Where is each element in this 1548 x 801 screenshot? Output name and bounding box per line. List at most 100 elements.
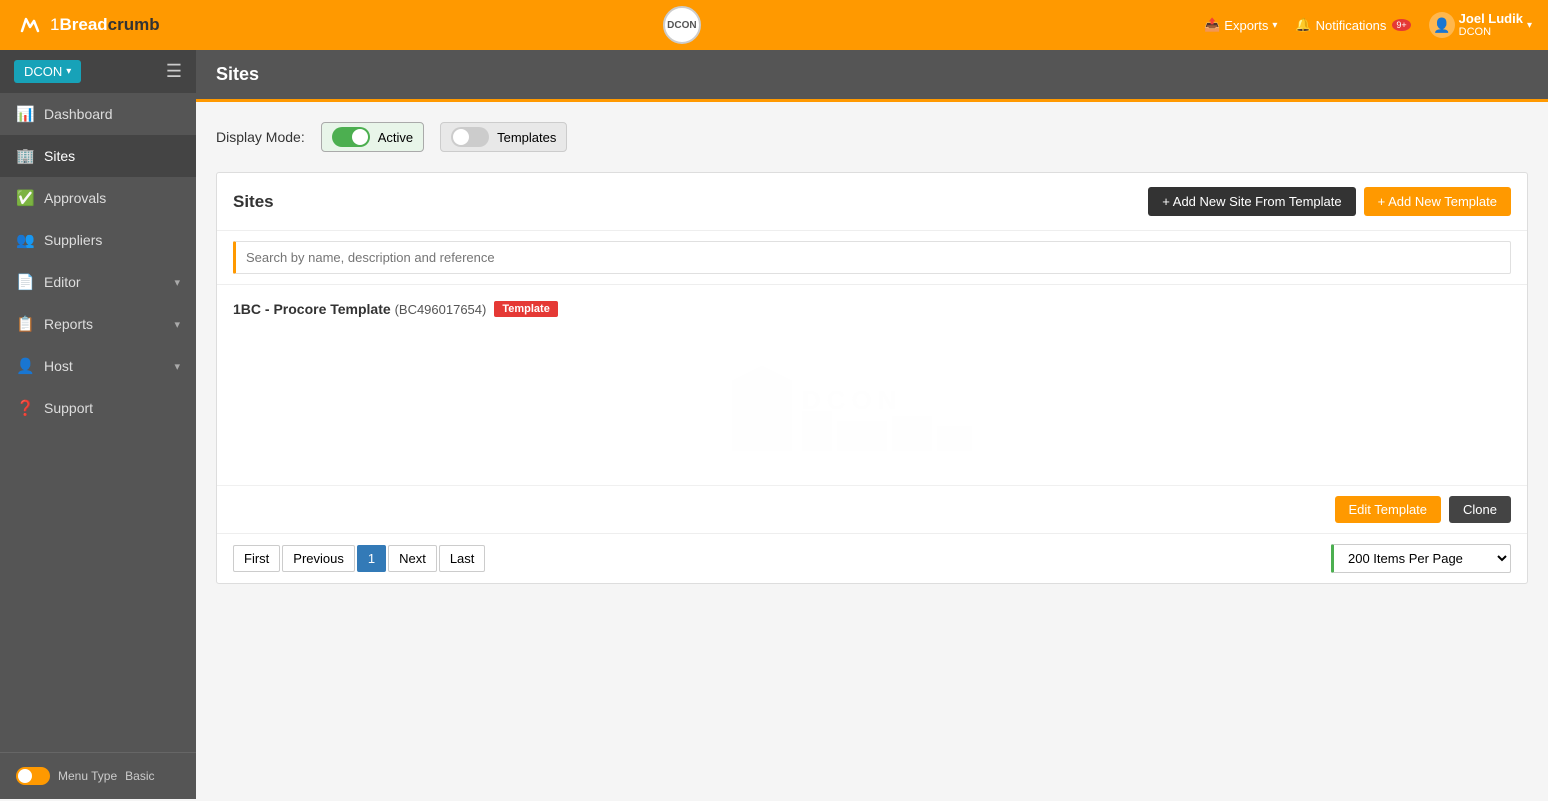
menu-type-toggle[interactable] [16, 767, 50, 785]
first-page-button[interactable]: First [233, 545, 280, 572]
item-actions: Edit Template Clone [217, 485, 1527, 533]
sidebar-item-editor-label: Editor [44, 274, 81, 290]
logo-icon [16, 11, 44, 39]
top-navbar: 1Breadcrumb DCON 📤 Exports ▾ 🔔 Notificat… [0, 0, 1548, 50]
org-chevron-icon: ▾ [66, 66, 71, 77]
current-page-button[interactable]: 1 [357, 545, 386, 572]
sites-panel-title: Sites [233, 192, 274, 212]
bell-icon: 🔔 [1295, 17, 1311, 33]
approvals-icon: ✅ [16, 189, 34, 207]
prev-page-button[interactable]: Previous [282, 545, 355, 572]
notifications-label: Notifications [1316, 18, 1387, 33]
exports-label: Exports [1224, 18, 1268, 33]
menu-type-row: Menu Type Basic [16, 767, 180, 785]
exports-chevron-icon: ▾ [1272, 20, 1277, 31]
dashboard-icon: 📊 [16, 105, 34, 123]
top-right-actions: 📤 Exports ▾ 🔔 Notifications 9+ 👤 Joel Lu… [1204, 11, 1532, 40]
editor-chevron-icon: ▾ [174, 276, 180, 289]
hamburger-icon[interactable]: ☰ [166, 61, 182, 82]
templates-mode-label: Templates [497, 130, 556, 145]
brand-text: 1Breadcrumb [50, 15, 160, 35]
search-input[interactable] [233, 241, 1511, 274]
sidebar-item-support[interactable]: ❓ Support [0, 387, 196, 429]
brand-logo[interactable]: 1Breadcrumb [16, 11, 160, 39]
org-selector-button[interactable]: DCON ▾ [14, 60, 81, 83]
suppliers-icon: 👥 [16, 231, 34, 249]
notifications-badge: 9+ [1392, 19, 1410, 31]
items-per-page-select[interactable]: 200 Items Per Page [1331, 544, 1511, 573]
active-mode-toggle[interactable]: Active [321, 122, 424, 152]
notifications-button[interactable]: 🔔 Notifications 9+ [1295, 17, 1410, 33]
pagination-row: First Previous 1 Next Last 200 Items Per… [217, 533, 1527, 583]
org-avatar: DCON [663, 6, 701, 44]
sidebar-item-dashboard[interactable]: 📊 Dashboard [0, 93, 196, 135]
search-bar [217, 231, 1527, 285]
sites-icon: 🏢 [16, 147, 34, 165]
sidebar-header: DCON ▾ ☰ [0, 50, 196, 93]
last-page-button[interactable]: Last [439, 545, 486, 572]
user-icon: 👤 [1433, 17, 1450, 34]
user-avatar: 👤 [1429, 12, 1455, 38]
main-content: Sites Display Mode: Active Templates [196, 50, 1548, 801]
sidebar-item-sites[interactable]: 🏢 Sites [0, 135, 196, 177]
edit-template-button[interactable]: Edit Template [1335, 496, 1442, 523]
page-header: Sites [196, 50, 1548, 102]
template-name: 1BC - Procore Template (BC496017654) [233, 301, 486, 317]
watermark: DCON [712, 361, 1032, 475]
active-mode-label: Active [378, 130, 413, 145]
display-mode-label: Display Mode: [216, 129, 305, 145]
host-icon: 👤 [16, 357, 34, 375]
next-page-button[interactable]: Next [388, 545, 437, 572]
user-menu[interactable]: 👤 Joel Ludik DCON ▾ [1429, 11, 1532, 40]
sidebar-item-dashboard-label: Dashboard [44, 106, 113, 122]
reports-chevron-icon: ▾ [174, 318, 180, 331]
sidebar: DCON ▾ ☰ 📊 Dashboard 🏢 Sites ✅ Approvals… [0, 50, 196, 799]
display-mode-row: Display Mode: Active Templates [216, 122, 1528, 152]
sidebar-item-support-label: Support [44, 400, 93, 416]
panel-actions: + Add New Site From Template + Add New T… [1148, 187, 1511, 216]
sidebar-item-host[interactable]: 👤 Host ▾ [0, 345, 196, 387]
host-chevron-icon: ▾ [174, 360, 180, 373]
sidebar-item-suppliers[interactable]: 👥 Suppliers [0, 219, 196, 261]
add-new-template-button[interactable]: + Add New Template [1364, 187, 1511, 216]
sidebar-item-reports-label: Reports [44, 316, 93, 332]
user-chevron-icon: ▾ [1527, 20, 1532, 31]
content-area: Display Mode: Active Templates Sites + A… [196, 102, 1548, 801]
svg-text:DCON: DCON [802, 385, 903, 415]
reports-icon: 📋 [16, 315, 34, 333]
sidebar-item-approvals[interactable]: ✅ Approvals [0, 177, 196, 219]
sidebar-item-approvals-label: Approvals [44, 190, 106, 206]
active-toggle-pill [332, 127, 370, 147]
editor-icon: 📄 [16, 273, 34, 291]
user-name: Joel Ludik [1459, 11, 1523, 27]
template-name-text: 1BC - Procore Template [233, 301, 391, 317]
user-org: DCON [1459, 26, 1523, 39]
template-id: (BC496017654) [395, 302, 487, 317]
sidebar-item-editor[interactable]: 📄 Editor ▾ [0, 261, 196, 303]
support-icon: ❓ [16, 399, 34, 417]
menu-type-label: Menu Type [58, 769, 117, 783]
center-logo: DCON [160, 6, 1204, 44]
org-avatar-text: DCON [667, 20, 696, 31]
pagination-buttons: First Previous 1 Next Last [233, 545, 485, 572]
exports-button[interactable]: 📤 Exports ▾ [1204, 17, 1277, 33]
clone-button[interactable]: Clone [1449, 496, 1511, 523]
menu-type-value: Basic [125, 769, 154, 783]
sidebar-item-suppliers-label: Suppliers [44, 232, 102, 248]
sidebar-item-reports[interactable]: 📋 Reports ▾ [0, 303, 196, 345]
sites-panel: Sites + Add New Site From Template + Add… [216, 172, 1528, 584]
templates-mode-toggle[interactable]: Templates [440, 122, 567, 152]
sites-panel-header: Sites + Add New Site From Template + Add… [217, 173, 1527, 231]
sidebar-item-host-label: Host [44, 358, 73, 374]
sidebar-footer: Menu Type Basic [0, 752, 196, 799]
template-list: 1BC - Procore Template (BC496017654) Tem… [217, 285, 1527, 485]
org-selector-label: DCON [24, 64, 62, 79]
list-item: 1BC - Procore Template (BC496017654) Tem… [233, 301, 1511, 317]
layout: DCON ▾ ☰ 📊 Dashboard 🏢 Sites ✅ Approvals… [0, 50, 1548, 801]
sidebar-item-sites-label: Sites [44, 148, 75, 164]
template-badge: Template [494, 301, 557, 317]
add-from-template-button[interactable]: + Add New Site From Template [1148, 187, 1355, 216]
templates-toggle-pill [451, 127, 489, 147]
template-item-header: 1BC - Procore Template (BC496017654) Tem… [233, 301, 1511, 317]
page-title: Sites [216, 64, 259, 84]
